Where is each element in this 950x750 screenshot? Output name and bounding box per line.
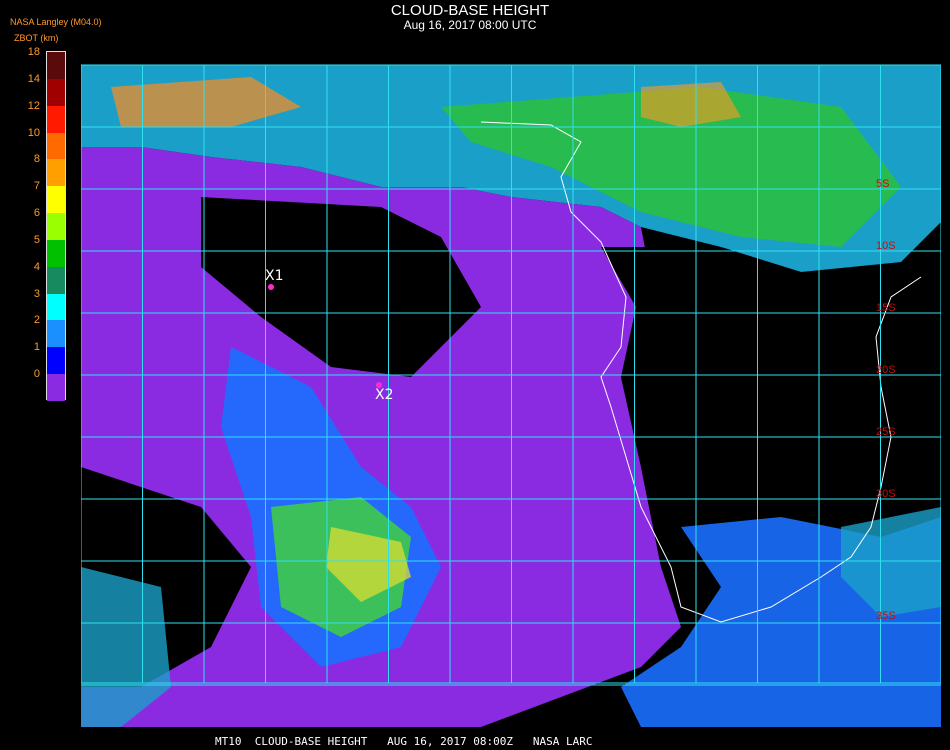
legend-swatch: [47, 266, 65, 295]
legend-label: 1: [33, 341, 40, 354]
footer-caption: MT10 CLOUD-BASE HEIGHT AUG 16, 2017 08:0…: [215, 735, 593, 748]
legend-swatch: [47, 78, 65, 107]
marker-x1: X1: [265, 268, 284, 284]
legend-label: 2: [33, 314, 40, 327]
latitude-label: 20S: [876, 364, 896, 376]
legend-label: 4: [33, 260, 40, 273]
latitude-label: 15S: [876, 302, 896, 314]
legend-label: 18: [27, 46, 40, 58]
color-legend: [46, 51, 66, 402]
legend-swatch: [47, 374, 65, 402]
marker-x1-dot: [268, 284, 274, 290]
satellite-map: 5S 10S 15S 20S 25S 30S 35S: [81, 47, 941, 727]
map-title: CLOUD-BASE HEIGHT: [390, 2, 550, 19]
legend-label: 12: [27, 99, 40, 112]
legend-swatch: [47, 186, 65, 214]
source-label: NASA Langley (M04.0): [10, 17, 102, 27]
legend-swatch: [47, 132, 65, 160]
legend-label: 10: [27, 126, 40, 139]
map-datetime: Aug 16, 2017 08:00 UTC: [403, 18, 537, 32]
legend-swatch: [47, 213, 65, 241]
legend-swatch: [47, 347, 65, 375]
legend-swatch: [47, 105, 65, 134]
legend-swatch: [47, 52, 65, 80]
legend-label: 0: [33, 368, 40, 381]
marker-x2: X2: [375, 387, 394, 403]
legend-label: 14: [27, 72, 40, 85]
latitude-label: 35S: [876, 610, 896, 622]
legend-label: 7: [33, 180, 40, 193]
latitude-label: 5S: [876, 178, 889, 190]
legend-label: 6: [33, 207, 40, 220]
latitude-label: 10S: [876, 240, 896, 252]
legend-swatch: [47, 239, 65, 268]
latitude-label: 25S: [876, 426, 896, 438]
latitude-label: 30S: [876, 488, 896, 500]
legend-swatch: [47, 159, 65, 187]
parameter-label: ZBOT (km): [14, 33, 59, 43]
legend-label: 3: [33, 287, 40, 300]
legend-swatch: [47, 293, 65, 321]
legend-label: 5: [33, 233, 40, 246]
legend-swatch: [47, 320, 65, 348]
legend-label: 8: [33, 153, 40, 166]
